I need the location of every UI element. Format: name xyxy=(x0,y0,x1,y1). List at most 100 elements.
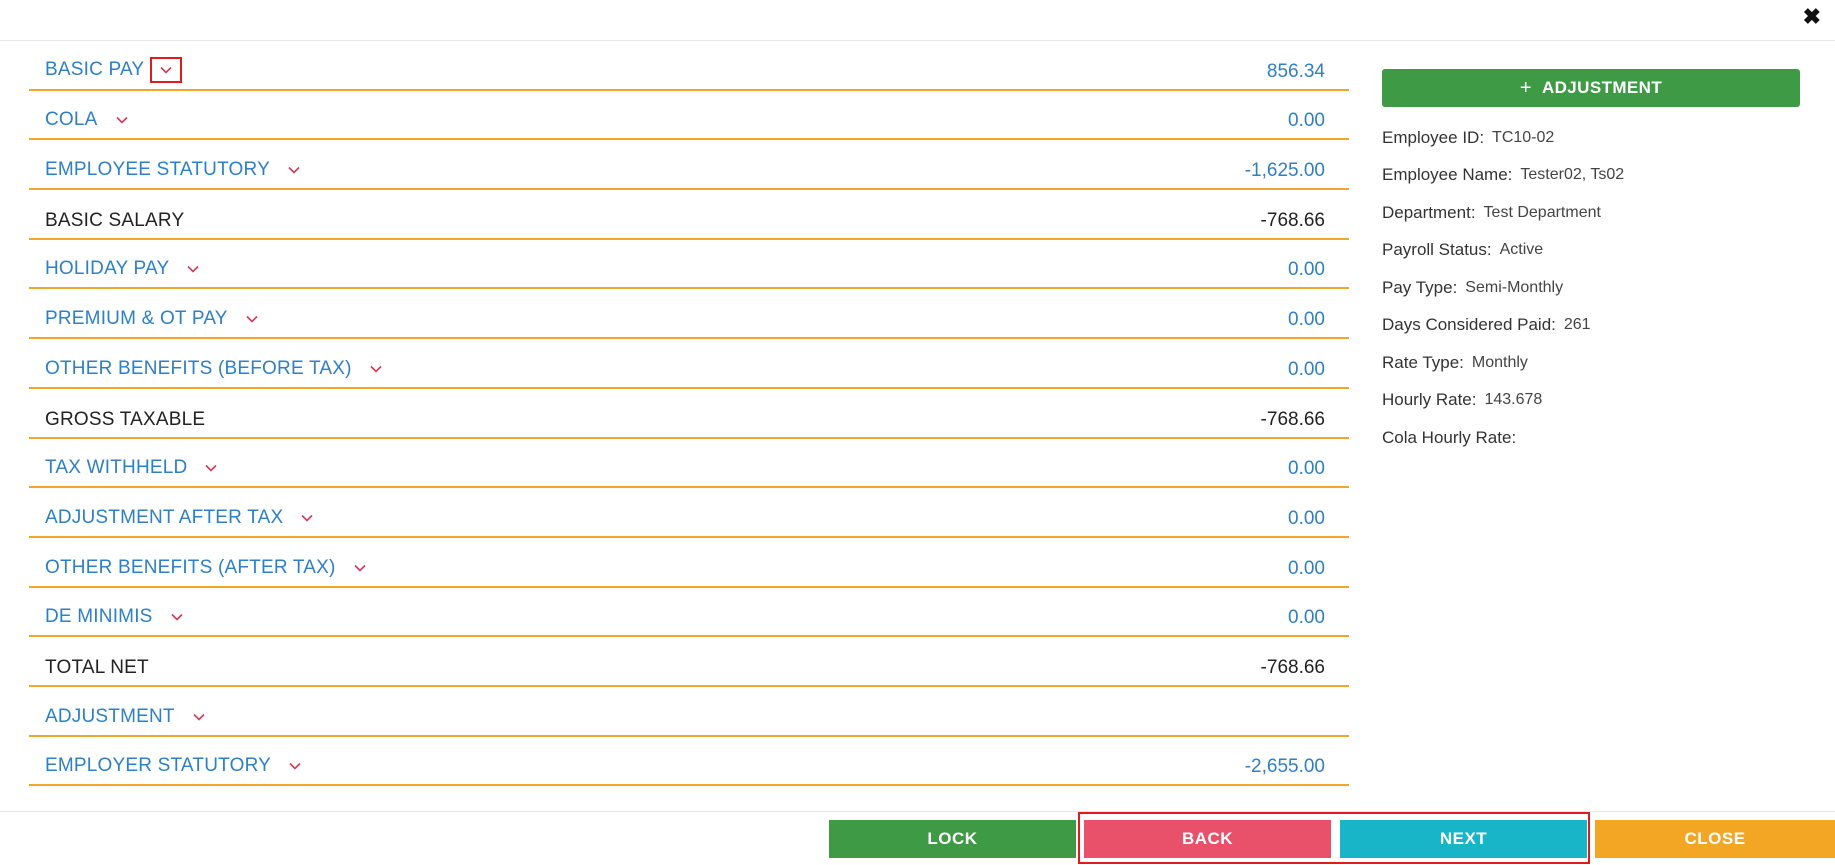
chevron-down-icon[interactable] xyxy=(179,257,207,281)
payroll-row-label[interactable]: OTHER BENEFITS (AFTER TAX) xyxy=(45,556,374,580)
modal-header: ✖ xyxy=(0,0,1835,41)
payroll-row-title: TAX WITHHELD xyxy=(45,457,188,479)
payroll-row-title: COLA xyxy=(45,109,98,131)
chevron-down-icon[interactable] xyxy=(293,506,321,530)
payroll-row[interactable]: ADJUSTMENT xyxy=(29,687,1349,737)
payroll-row: BASIC SALARY -768.66 xyxy=(29,190,1349,240)
info-row: Employee Name: Tester02, Ts02 xyxy=(1382,157,1800,195)
payroll-row-label[interactable]: HOLIDAY PAY xyxy=(45,257,207,281)
payroll-row-label[interactable]: TAX WITHHELD xyxy=(45,456,225,480)
payroll-row-label[interactable]: EMPLOYER STATUTORY xyxy=(45,754,309,778)
payroll-row-title: BASIC PAY xyxy=(45,58,145,80)
chevron-down-icon[interactable] xyxy=(346,556,374,580)
payroll-row-label[interactable]: BASIC PAY xyxy=(45,56,183,83)
payroll-row-value: -768.66 xyxy=(1260,209,1325,231)
payroll-row-title: PREMIUM & OT PAY xyxy=(45,308,228,330)
modal-footer: LOCK BACK NEXT CLOSE xyxy=(0,811,1835,865)
info-key: Employee Name: xyxy=(1382,165,1513,185)
close-icon[interactable]: ✖ xyxy=(1803,6,1821,28)
payroll-row: GROSS TAXABLE -768.66 xyxy=(29,389,1349,439)
payroll-row-label: BASIC SALARY xyxy=(45,210,184,232)
payroll-row-title: GROSS TAXABLE xyxy=(45,408,206,430)
payroll-row-label: GROSS TAXABLE xyxy=(45,409,205,431)
info-key: Department: xyxy=(1382,202,1476,222)
chevron-down-icon[interactable] xyxy=(163,605,191,629)
payroll-row-title: OTHER BENEFITS (AFTER TAX) xyxy=(45,556,336,578)
info-row: Employee ID: TC10-02 xyxy=(1382,119,1800,157)
payroll-row-title: ADJUSTMENT AFTER TAX xyxy=(45,506,284,528)
payroll-row[interactable]: PREMIUM & OT PAY 0.00 xyxy=(29,289,1349,340)
info-key: Hourly Rate: xyxy=(1382,390,1477,410)
payroll-row[interactable]: EMPLOYER STATUTORY -2,655.00 xyxy=(29,737,1349,787)
payroll-row-value: 0.00 xyxy=(1288,607,1325,629)
payroll-row[interactable]: OTHER BENEFITS (AFTER TAX) 0.00 xyxy=(29,538,1349,588)
back-button[interactable]: BACK xyxy=(1084,820,1331,858)
payroll-row[interactable]: OTHER BENEFITS (BEFORE TAX) 0.00 xyxy=(29,339,1349,389)
info-key: Rate Type: xyxy=(1382,352,1464,372)
payroll-row[interactable]: ADJUSTMENT AFTER TAX 0.00 xyxy=(29,488,1349,538)
payroll-row-value: 0.00 xyxy=(1288,507,1325,529)
payroll-row-label[interactable]: DE MINIMIS xyxy=(45,605,191,629)
payroll-row-value: 0.00 xyxy=(1288,557,1325,579)
payroll-row: TOTAL NET -768.66 xyxy=(29,637,1349,687)
payroll-row-label: TOTAL NET xyxy=(45,657,149,679)
payroll-row-value: 856.34 xyxy=(1266,60,1325,82)
info-value: Active xyxy=(1499,241,1544,259)
payroll-row[interactable]: BASIC PAY 856.34 xyxy=(29,41,1349,91)
payroll-row-value: -1,625.00 xyxy=(1244,160,1325,182)
info-key: Employee ID: xyxy=(1382,127,1485,147)
add-adjustment-label: ADJUSTMENT xyxy=(1541,78,1663,97)
payroll-row-title: OTHER BENEFITS (BEFORE TAX) xyxy=(45,357,352,379)
employee-panel: + ADJUSTMENT Employee ID: TC10-02 Employee… xyxy=(1382,69,1800,457)
payroll-row[interactable]: COLA 0.00 xyxy=(29,91,1349,141)
next-button[interactable]: NEXT xyxy=(1340,820,1587,858)
payroll-row[interactable]: DE MINIMIS 0.00 xyxy=(29,588,1349,638)
payroll-row-title: HOLIDAY PAY xyxy=(45,258,170,280)
info-value: Test Department xyxy=(1483,203,1601,221)
payroll-row-value: -768.66 xyxy=(1260,656,1325,678)
payroll-row-title: EMPLOYEE STATUTORY xyxy=(45,159,270,181)
chevron-down-icon[interactable] xyxy=(280,158,308,182)
info-key: Pay Type: xyxy=(1382,277,1458,297)
chevron-down-icon[interactable] xyxy=(197,456,225,480)
info-value: Tester02, Ts02 xyxy=(1520,166,1625,184)
payroll-breakdown-list: BASIC PAY 856.34 COLA 0.00 EMPLOYEE STATUTOR… xyxy=(29,41,1349,787)
chevron-down-icon[interactable] xyxy=(281,754,309,778)
lock-button[interactable]: LOCK xyxy=(829,820,1076,858)
payroll-row-title: DE MINIMIS xyxy=(45,606,153,628)
payroll-row-title: EMPLOYER STATUTORY xyxy=(45,755,272,777)
payroll-row[interactable]: EMPLOYEE STATUTORY -1,625.00 xyxy=(29,140,1349,191)
payroll-row-value: 0.00 xyxy=(1288,358,1325,380)
payroll-row[interactable]: TAX WITHHELD 0.00 xyxy=(29,439,1349,489)
info-row: Cola Hourly Rate: xyxy=(1382,419,1800,457)
payroll-row-value: 0.00 xyxy=(1288,259,1325,281)
payroll-row-value: 0.00 xyxy=(1288,458,1325,480)
payroll-row-label[interactable]: ADJUSTMENT xyxy=(45,705,213,729)
chevron-down-icon[interactable] xyxy=(362,357,390,381)
info-value: Monthly xyxy=(1471,353,1528,371)
payroll-row-value: -2,655.00 xyxy=(1244,756,1325,778)
payroll-row-label[interactable]: OTHER BENEFITS (BEFORE TAX) xyxy=(45,357,390,381)
payroll-row-title: BASIC SALARY xyxy=(45,209,185,231)
payroll-row-title: ADJUSTMENT xyxy=(45,705,175,727)
info-key: Payroll Status: xyxy=(1382,240,1492,260)
payroll-row-label[interactable]: ADJUSTMENT AFTER TAX xyxy=(45,506,321,530)
payroll-row-value: 0.00 xyxy=(1288,309,1325,331)
info-value: 143.678 xyxy=(1484,391,1543,409)
employee-info: Employee ID: TC10-02 Employee Name: Tester0… xyxy=(1382,119,1800,457)
payroll-row-label[interactable]: COLA xyxy=(45,108,136,132)
payroll-row-label[interactable]: PREMIUM & OT PAY xyxy=(45,307,266,331)
info-row: Pay Type: Semi-Monthly xyxy=(1382,269,1800,307)
chevron-down-icon[interactable] xyxy=(185,705,213,729)
chevron-down-icon[interactable] xyxy=(108,108,136,132)
payroll-row-label[interactable]: EMPLOYEE STATUTORY xyxy=(45,158,308,182)
add-adjustment-button[interactable]: + ADJUSTMENT xyxy=(1382,69,1800,107)
chevron-down-icon[interactable] xyxy=(238,307,266,331)
payroll-row[interactable]: HOLIDAY PAY 0.00 xyxy=(29,240,1349,290)
payroll-row-value: 0.00 xyxy=(1288,110,1325,132)
info-value: Semi-Monthly xyxy=(1465,278,1564,296)
info-key: Cola Hourly Rate: xyxy=(1382,427,1517,447)
chevron-down-icon[interactable] xyxy=(150,56,183,83)
close-button[interactable]: CLOSE xyxy=(1595,820,1835,858)
payroll-row-value: -768.66 xyxy=(1260,408,1325,430)
